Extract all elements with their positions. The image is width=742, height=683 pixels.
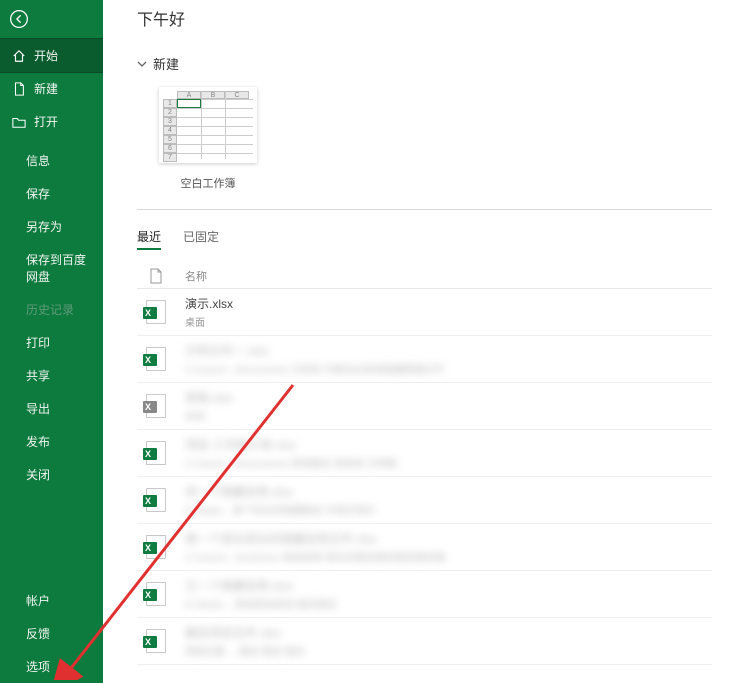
- excel-file-icon: [145, 534, 167, 560]
- file-name: 示例文件一.xlsx: [185, 342, 444, 359]
- recent-file-row[interactable]: 又一个隐藏名称.xlsx E:\Work\... 其他其他其他 路径路径: [137, 571, 712, 618]
- side-account[interactable]: 帐户: [0, 584, 103, 617]
- file-location: C:\Users\...\Documents 已修改 可能包含其他隐藏数据文字: [185, 361, 444, 376]
- recent-file-row[interactable]: 示例文件一.xlsx C:\Users\...\Documents 已修改 可能…: [137, 336, 712, 383]
- file-location: 本地: [185, 408, 233, 423]
- side-item-label: 另存为: [26, 218, 62, 235]
- file-name: 表格.xlsx: [185, 389, 233, 406]
- side-close[interactable]: 关闭: [0, 458, 103, 491]
- file-name: 最后项目文件.xlsx: [185, 624, 304, 641]
- file-name: 又一个隐藏名称.xlsx: [185, 577, 337, 594]
- divider: [137, 209, 712, 210]
- file-name: 另一个隐藏名称.xlsx: [185, 483, 376, 500]
- side-item-label: 开始: [34, 47, 58, 64]
- side-save[interactable]: 保存: [0, 177, 103, 210]
- side-item-label: 保存到百度网盘: [26, 251, 91, 285]
- recent-file-row[interactable]: 再一个很长很长的隐藏名称文件.xlsx C:\Users\...\OneDriv…: [137, 524, 712, 571]
- chevron-down-icon: [137, 59, 147, 69]
- excel-file-icon: [145, 346, 167, 372]
- file-name: 演示.xlsx: [185, 295, 233, 312]
- recent-file-row[interactable]: 表格.xlsx 本地: [137, 383, 712, 430]
- side-item-label: 关闭: [26, 466, 50, 483]
- file-location: E:\Work\... 其他其他其他 路径路径: [185, 596, 337, 611]
- file-location: C:\Users\...\Documents 其他路径 某某某 示例路: [185, 455, 397, 470]
- folder-icon: [12, 115, 26, 129]
- tmpl-blank[interactable]: A B C 1234567 空白工作簿: [159, 87, 257, 191]
- col-name-label: 名称: [185, 268, 207, 284]
- tab-recent[interactable]: 最近: [137, 228, 161, 250]
- side-open[interactable]: 打开: [0, 105, 103, 138]
- backstage-sidebar: 开始新建打开 信息保存另存为保存到百度网盘历史记录打印共享导出发布关闭 帐户反馈…: [0, 0, 103, 683]
- side-item-label: 选项: [26, 658, 50, 675]
- section-new-label: 新建: [153, 54, 179, 73]
- side-item-label: 发布: [26, 433, 50, 450]
- side-item-label: 帐户: [26, 592, 50, 609]
- template-label: 空白工作簿: [159, 175, 257, 191]
- side-item-label: 打开: [34, 113, 58, 130]
- side-item-label: 新建: [34, 80, 58, 97]
- excel-file-icon: [145, 581, 167, 607]
- file-name: 项目 工作统计表.xlsx: [185, 436, 397, 453]
- side-feedback[interactable]: 反馈: [0, 617, 103, 650]
- side-item-label: 信息: [26, 152, 50, 169]
- file-location: D:\Data\... 某个较长的隐藏路径 示例示例示: [185, 502, 376, 517]
- excel-file-icon: [145, 487, 167, 513]
- side-info[interactable]: 信息: [0, 144, 103, 177]
- back-arrow-icon: [9, 9, 29, 29]
- side-print[interactable]: 打印: [0, 326, 103, 359]
- recent-list: 名称 演示.xlsx 桌面 示例文件一.xlsx C:\Users\...\Do…: [137, 264, 712, 665]
- tab-pinned[interactable]: 已固定: [183, 228, 219, 250]
- home-icon: [12, 49, 26, 63]
- side-options[interactable]: 选项: [0, 650, 103, 683]
- file-name: 再一个很长很长的隐藏名称文件.xlsx: [185, 530, 446, 547]
- excel-file-icon: [145, 299, 167, 325]
- side-item-label: 导出: [26, 400, 50, 417]
- side-start[interactable]: 开始: [0, 39, 103, 72]
- excel-file-icon: [145, 393, 167, 419]
- backstage-main: 下午好 新建 A B C 1234567 空白工作簿 最近已固定 名称: [103, 0, 742, 683]
- side-export[interactable]: 导出: [0, 392, 103, 425]
- recent-file-row[interactable]: 演示.xlsx 桌面: [137, 289, 712, 336]
- recent-file-row[interactable]: 最后项目文件.xlsx 网络位置 ... 路径 路径 路径: [137, 618, 712, 665]
- doc-icon: [12, 82, 26, 96]
- side-new[interactable]: 新建: [0, 72, 103, 105]
- file-generic-icon: [145, 268, 167, 284]
- side-share[interactable]: 共享: [0, 359, 103, 392]
- excel-file-icon: [145, 440, 167, 466]
- recent-file-row[interactable]: 项目 工作统计表.xlsx C:\Users\...\Documents 其他路…: [137, 430, 712, 477]
- excel-file-icon: [145, 628, 167, 654]
- file-location: 网络位置 ... 路径 路径 路径: [185, 643, 304, 658]
- side-item-label: 共享: [26, 367, 50, 384]
- side-item-label: 反馈: [26, 625, 50, 642]
- list-header: 名称: [137, 264, 712, 289]
- recent-file-row[interactable]: 另一个隐藏名称.xlsx D:\Data\... 某个较长的隐藏路径 示例示例示: [137, 477, 712, 524]
- back-button[interactable]: [3, 3, 35, 35]
- side-publish[interactable]: 发布: [0, 425, 103, 458]
- greeting-text: 下午好: [137, 6, 742, 30]
- side-item-label: 打印: [26, 334, 50, 351]
- side-item-label: 历史记录: [26, 301, 74, 318]
- section-new-header[interactable]: 新建: [137, 54, 742, 73]
- side-item-label: 保存: [26, 185, 50, 202]
- side-saveas[interactable]: 另存为: [0, 210, 103, 243]
- file-location: 桌面: [185, 314, 233, 329]
- side-save-baidu[interactable]: 保存到百度网盘: [0, 243, 103, 293]
- file-location: C:\Users\...\OneDrive 某某某某 很长的路径路径路径路径路: [185, 549, 446, 564]
- side-history[interactable]: 历史记录: [0, 293, 103, 326]
- template-thumbnail: A B C 1234567: [159, 87, 257, 163]
